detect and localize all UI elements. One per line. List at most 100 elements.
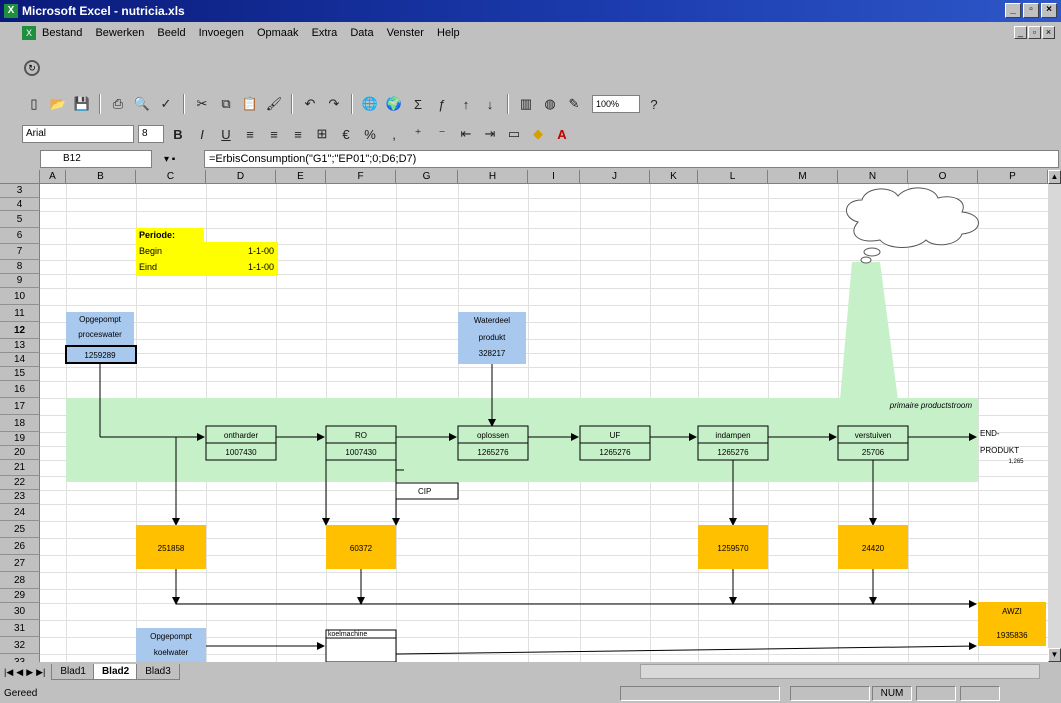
last-sheet-icon[interactable]: ▶| — [36, 667, 45, 678]
scroll-down-icon[interactable]: ▼ — [1048, 648, 1061, 662]
close-button[interactable]: × — [1041, 3, 1057, 18]
menu-bestand[interactable]: Bestand — [42, 27, 82, 39]
menu-bar: X Bestand Bewerken Beeld Invoegen Opmaak… — [0, 22, 1061, 44]
prev-sheet-icon[interactable]: ◀ — [16, 667, 23, 678]
doc-close-button[interactable]: × — [1042, 26, 1055, 39]
sort-ascending-icon[interactable]: ↑ — [456, 94, 476, 114]
restore-button[interactable]: ▫ — [1023, 3, 1039, 18]
office-assistant-icon[interactable]: ? — [644, 94, 664, 114]
zoom-select[interactable]: 100% — [592, 95, 640, 113]
menu-opmaak[interactable]: Opmaak — [257, 27, 299, 39]
currency-icon[interactable]: € — [336, 124, 356, 144]
first-sheet-icon[interactable]: |◀ — [4, 667, 13, 678]
doc-minimize-button[interactable]: _ — [1014, 26, 1027, 39]
menu-venster[interactable]: Venster — [387, 27, 424, 39]
paste-icon[interactable]: 📋 — [240, 94, 260, 114]
waterdeel-label-1: Waterdeel — [474, 316, 510, 325]
tab-blad2[interactable]: Blad2 — [92, 664, 139, 680]
increase-indent-icon[interactable]: ⇥ — [480, 124, 500, 144]
italic-icon[interactable]: I — [192, 124, 212, 144]
name-box[interactable]: B12 — [40, 150, 152, 168]
outflow-value-4: 24420 — [862, 544, 885, 553]
percent-icon[interactable]: % — [360, 124, 380, 144]
formula-input[interactable]: =ErbisConsumption("G1";"EP01";0;D6;D7) — [204, 150, 1059, 168]
decrease-indent-icon[interactable]: ⇤ — [456, 124, 476, 144]
workbook-icon[interactable]: X — [22, 26, 36, 40]
tab-blad1[interactable]: Blad1 — [51, 664, 95, 680]
open-icon[interactable]: 📂 — [48, 94, 68, 114]
end-value: 1-1-00 — [248, 262, 274, 272]
menu-extra[interactable]: Extra — [312, 27, 338, 39]
step-name: indampen — [715, 431, 750, 440]
hyperlink-icon[interactable]: 🌐 — [360, 94, 380, 114]
worksheet-grid[interactable]: A B C D E F G H I J K L M N O P 3 4 5 6 7 8 9 10 11 12 13 14 15 16 17 1… — [0, 170, 1048, 662]
step-value: 1265276 — [717, 448, 749, 457]
menu-invoegen[interactable]: Invoegen — [199, 27, 244, 39]
increase-decimal-icon[interactable]: ⁺ — [408, 124, 428, 144]
chart-wizard-icon[interactable]: ▥ — [516, 94, 536, 114]
waterdeel-label-2: produkt — [479, 333, 506, 342]
flow-arrow — [395, 642, 977, 655]
step-ontharder: ontharder 1007430 — [205, 425, 277, 461]
cut-icon[interactable]: ✂ — [192, 94, 212, 114]
decrease-decimal-icon[interactable]: ⁻ — [432, 124, 452, 144]
bold-icon[interactable]: B — [168, 124, 188, 144]
undo-icon[interactable]: ↶ — [300, 94, 320, 114]
cloud-shape — [846, 187, 979, 248]
menu-bewerken[interactable]: Bewerken — [95, 27, 144, 39]
font-color-icon[interactable]: A — [552, 124, 572, 144]
koelmachine-label: koelmachine — [328, 631, 367, 638]
cip-label: CIP — [418, 487, 431, 496]
underline-icon[interactable]: U — [216, 124, 236, 144]
outflow-value-1: 251858 — [158, 544, 185, 553]
save-icon[interactable]: 💾 — [72, 94, 92, 114]
map-icon[interactable]: ◍ — [540, 94, 560, 114]
new-icon[interactable]: ▯ — [24, 94, 44, 114]
align-left-icon[interactable]: ≡ — [240, 124, 260, 144]
spelling-icon[interactable]: ✓ — [156, 94, 176, 114]
status-panel — [916, 686, 956, 701]
web-refresh-icon[interactable]: ↻ — [24, 60, 40, 76]
comma-style-icon[interactable]: , — [384, 124, 404, 144]
minimize-button[interactable]: _ — [1005, 3, 1021, 18]
format-painter-icon[interactable]: 🖌 — [264, 94, 284, 114]
menu-data[interactable]: Data — [350, 27, 373, 39]
drawing-icon[interactable]: ✎ — [564, 94, 584, 114]
borders-icon[interactable]: ▭ — [504, 124, 524, 144]
fill-color-icon[interactable]: ◆ — [528, 124, 548, 144]
window-title: Microsoft Excel - nutricia.xls — [22, 4, 185, 18]
menu-help[interactable]: Help — [437, 27, 460, 39]
step-name: RO — [355, 431, 367, 440]
sort-descending-icon[interactable]: ↓ — [480, 94, 500, 114]
align-center-icon[interactable]: ≡ — [264, 124, 284, 144]
cloud-puff-2 — [860, 256, 872, 264]
begin-value: 1-1-00 — [248, 246, 274, 256]
step-value: 1265276 — [477, 448, 509, 457]
merge-center-icon[interactable]: ⊞ — [312, 124, 332, 144]
doc-restore-button[interactable]: ▫ — [1028, 26, 1041, 39]
tab-blad3[interactable]: Blad3 — [136, 664, 180, 680]
horizontal-scrollbar[interactable] — [640, 664, 1040, 679]
vertical-scrollbar[interactable]: ▲ ▼ — [1048, 170, 1061, 662]
step-name: ontharder — [224, 431, 259, 440]
toolbar-separator — [351, 94, 353, 114]
print-icon[interactable]: ⎙ — [108, 94, 128, 114]
font-size-select[interactable]: 8 — [138, 125, 164, 143]
menu-beeld[interactable]: Beeld — [157, 27, 185, 39]
align-right-icon[interactable]: ≡ — [288, 124, 308, 144]
redo-icon[interactable]: ↷ — [324, 94, 344, 114]
toolbar-separator — [291, 94, 293, 114]
next-sheet-icon[interactable]: ▶ — [26, 667, 33, 678]
web-toolbar-icon[interactable]: 🌍 — [384, 94, 404, 114]
status-panel — [620, 686, 780, 701]
font-select[interactable]: Arial — [22, 125, 134, 143]
step-value: 25706 — [862, 448, 885, 457]
print-preview-icon[interactable]: 🔍 — [132, 94, 152, 114]
copy-icon[interactable]: ⧉ — [216, 94, 236, 114]
function-icon[interactable]: ƒ — [432, 94, 452, 114]
end-product-label-1: END- — [980, 429, 1000, 438]
title-bar: X Microsoft Excel - nutricia.xls _ ▫ × — [0, 0, 1061, 22]
scroll-up-icon[interactable]: ▲ — [1048, 170, 1061, 184]
step-oplossen: oplossen 1265276 — [457, 425, 529, 461]
autosum-icon[interactable]: Σ — [408, 94, 428, 114]
